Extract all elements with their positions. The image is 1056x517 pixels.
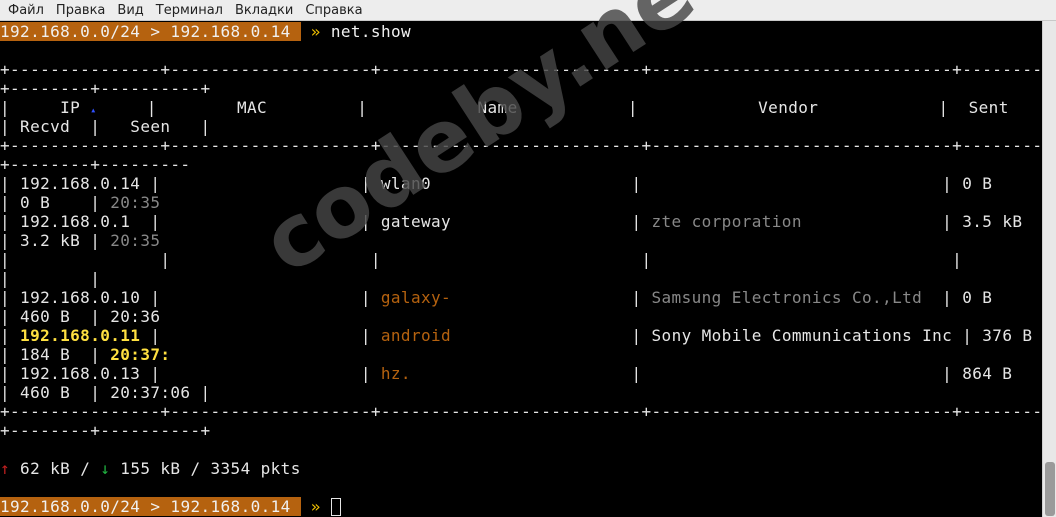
row-recvd: | 460 B |: [0, 307, 111, 326]
table-row-wrap: | 460 B | 20:37:06 |: [0, 383, 211, 402]
table-row-wrap: | 0 B | 20:35: [0, 193, 160, 212]
row-recvd: | 0 B |: [0, 193, 111, 212]
menu-tabs[interactable]: Вкладки: [229, 0, 299, 21]
table-separator-wrap: +--------+---------: [0, 155, 191, 174]
row-vendor: Samsung Electronics Co.,Ltd: [651, 288, 923, 307]
prompt-subnet: 192.168.0.0/24: [0, 497, 141, 516]
prompt-subnet: 192.168.0.0/24: [0, 22, 141, 41]
table-row-wrap: | 184 B | 20:37:: [0, 345, 170, 364]
table-row-wrap: | |: [0, 269, 100, 288]
table-row-wrap: | 3.2 kB | 20:35: [0, 231, 160, 250]
row-cells: |: [451, 288, 652, 307]
row-cells: | 192.168.0.1 | |: [0, 212, 381, 231]
row-seen: 20:37:06 |: [110, 383, 211, 402]
menu-terminal[interactable]: Терминал: [150, 0, 229, 21]
table-row: | 192.168.0.13 | | hz. | | 864 B: [0, 364, 1012, 383]
menu-help[interactable]: Справка: [299, 0, 368, 21]
row-cells: | 192.168.0.10 | |: [0, 288, 381, 307]
row-ip-highlight: 192.168.0.11: [20, 326, 141, 345]
text-cursor[interactable]: [330, 498, 341, 516]
table-row: | 192.168.0.1 | | gateway | zte corporat…: [0, 212, 1022, 231]
row-recvd: | 184 B |: [0, 345, 111, 364]
download-arrow-icon: ↓: [100, 459, 111, 478]
prompt-symbol: »: [310, 497, 321, 516]
prompt-host: 192.168.0.14: [170, 22, 291, 41]
table-row: | 192.168.0.10 | | galaxy- | Samsung Ele…: [0, 288, 992, 307]
command-text: net.show: [330, 22, 412, 41]
row-name: android: [380, 326, 452, 345]
menu-view[interactable]: Вид: [111, 0, 149, 21]
row-sent: | 0 B: [651, 174, 993, 193]
table-header: | IP ▴ | MAC | Name | Vendor | Sent: [0, 98, 1009, 117]
upload-arrow-icon: ↑: [0, 459, 11, 478]
table-row-wrap: | 460 B | 20:36: [0, 307, 160, 326]
table-border-bottom-wrap: +--------+----------+: [0, 421, 211, 440]
received-packets: 155 kB / 3354 pkts: [110, 459, 301, 478]
row-seen: 20:36: [110, 307, 161, 326]
row-seen: 20:35: [110, 231, 161, 250]
header-columns: | MAC | Name | Vendor | Sent: [96, 98, 1009, 117]
row-name: wlan0: [380, 174, 431, 193]
menu-edit[interactable]: Правка: [50, 0, 111, 21]
prompt-separator: >: [150, 497, 161, 516]
terminal-window: Файл Правка Вид Терминал Вкладки Справка…: [0, 0, 1056, 517]
row-cells: | 192.168.0.13 | |: [0, 364, 381, 383]
row-sent: | 0 B: [922, 288, 993, 307]
table-row: | | | | |: [0, 250, 962, 269]
table-header-wrap: | Recvd | Seen |: [0, 117, 211, 136]
row-seen: 20:37:: [110, 345, 171, 364]
row-vendor: zte corporation: [651, 212, 802, 231]
prompt-line-active[interactable]: 192.168.0.0/24 > 192.168.0.14 »: [0, 497, 341, 516]
row-cells: | 192.168.0.14 | |: [0, 174, 381, 193]
vertical-scrollbar[interactable]: [1042, 21, 1056, 517]
menu-bar: Файл Правка Вид Терминал Вкладки Справка: [0, 0, 1056, 21]
row-cells: |: [0, 326, 21, 345]
row-cells: | | 864 B: [410, 364, 1013, 383]
prompt-symbol: »: [310, 22, 321, 41]
sent-total: 62 kB /: [10, 459, 101, 478]
row-cells: | |: [140, 326, 381, 345]
row-cells: | | | | |: [0, 250, 963, 269]
row-recvd: | |: [0, 269, 101, 288]
prompt-segment: 192.168.0.0/24 > 192.168.0.14: [0, 22, 301, 41]
row-sent: | 3.5 kB: [801, 212, 1023, 231]
scrollbar-thumb[interactable]: [1045, 462, 1055, 516]
menu-file[interactable]: Файл: [2, 0, 50, 21]
table-border-bottom: +---------------+--------------------+--…: [0, 402, 1042, 421]
table-border-top-wrap: +--------+----------+: [0, 79, 211, 98]
table-row: | 192.168.0.14 | | wlan0 | | 0 B: [0, 174, 992, 193]
table-border-top: +---------------+--------------------+--…: [0, 60, 1042, 79]
row-name: galaxy-: [380, 288, 452, 307]
row-cells: |: [431, 174, 652, 193]
header-ip-label[interactable]: | IP: [0, 98, 90, 117]
row-name: hz.: [380, 364, 411, 383]
row-recvd: | 3.2 kB |: [0, 231, 111, 250]
row-vendor-sent: | Sony Mobile Communications Inc | 376 B: [451, 326, 1033, 345]
prompt-line: 192.168.0.0/24 > 192.168.0.14 » net.show: [0, 22, 411, 41]
prompt-segment: 192.168.0.0/24 > 192.168.0.14: [0, 497, 301, 516]
row-name: gateway: [380, 212, 452, 231]
prompt-host: 192.168.0.14: [170, 497, 291, 516]
prompt-separator: >: [150, 22, 161, 41]
table-separator: +---------------+--------------------+--…: [0, 136, 1042, 155]
traffic-stats: ↑ 62 kB / ↓ 155 kB / 3354 pkts: [0, 459, 301, 478]
row-seen: 20:35: [110, 193, 161, 212]
row-recvd: | 460 B |: [0, 383, 111, 402]
row-cells: |: [451, 212, 652, 231]
terminal-output[interactable]: 192.168.0.0/24 > 192.168.0.14 » net.show…: [0, 21, 1042, 517]
table-row-selected: | 192.168.0.11 | | android | Sony Mobile…: [0, 326, 1032, 345]
